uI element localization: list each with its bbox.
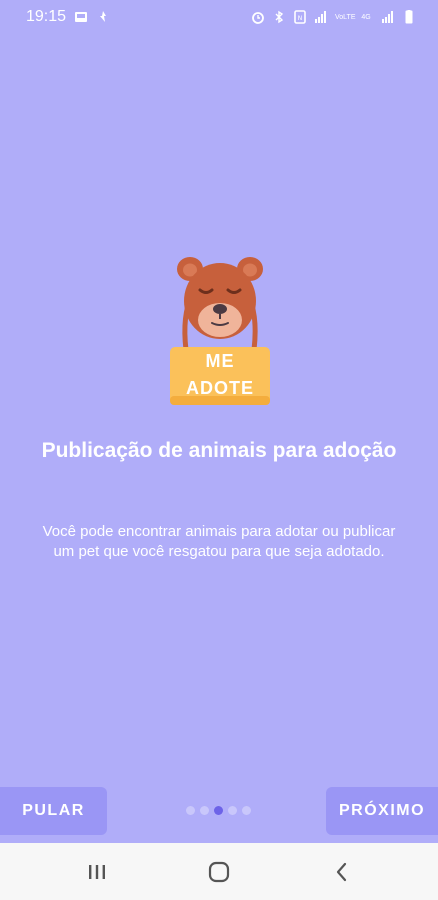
signal-icon xyxy=(381,10,395,24)
page-dot-3-active xyxy=(214,806,223,815)
status-bar: 19:15 N VoLTE 4G xyxy=(0,0,438,34)
onboarding-description: Você pode encontrar animais para adotar … xyxy=(42,523,396,560)
svg-text:N: N xyxy=(298,15,303,22)
sign-text-line2: ADOTE xyxy=(186,378,254,398)
onboarding-title: Publicação de animais para adoção xyxy=(41,439,397,462)
dog-nose xyxy=(213,304,227,314)
status-left: 19:15 xyxy=(26,8,110,26)
page-indicator xyxy=(186,806,251,815)
nfc-icon: N xyxy=(293,10,307,24)
gallery-icon xyxy=(74,10,88,24)
sign-text-line1: ME xyxy=(205,351,235,371)
skip-button[interactable]: PULAR xyxy=(0,787,107,835)
page-dot-5 xyxy=(242,806,251,815)
page-dot-1 xyxy=(186,806,195,815)
recents-icon[interactable] xyxy=(83,858,111,886)
bluetooth-icon xyxy=(272,10,286,24)
alarm-icon xyxy=(251,10,265,24)
navigation-bar xyxy=(0,843,438,900)
back-icon[interactable] xyxy=(328,858,356,886)
notification-icon xyxy=(96,10,110,24)
page-dot-2 xyxy=(200,806,209,815)
home-icon[interactable] xyxy=(205,858,233,886)
volte-label: VoLTE xyxy=(335,13,356,21)
battery-icon xyxy=(402,10,416,24)
signal-icon xyxy=(314,10,328,24)
next-button[interactable]: PRÓXIMO xyxy=(326,787,438,835)
status-time: 19:15 xyxy=(26,8,67,25)
page-dot-4 xyxy=(228,806,237,815)
status-right: N VoLTE 4G xyxy=(251,10,416,24)
4g-label: 4G xyxy=(361,13,371,21)
